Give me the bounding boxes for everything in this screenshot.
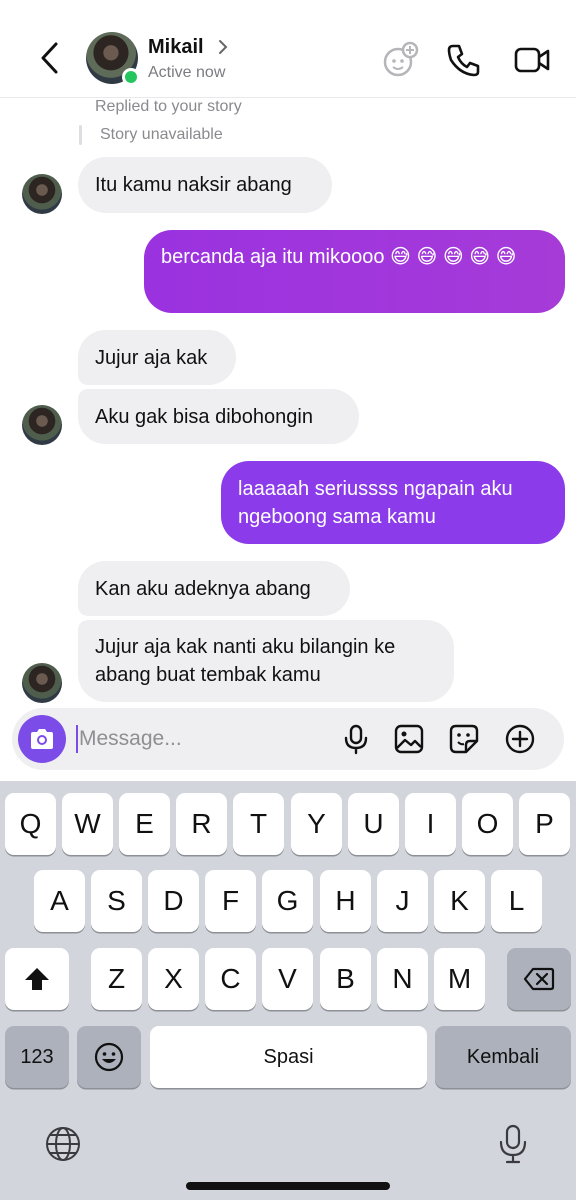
video-call-icon[interactable]: [512, 40, 552, 80]
online-indicator: [122, 68, 140, 86]
message-text: Jujur aja kak: [95, 346, 208, 369]
key-v[interactable]: V: [262, 948, 313, 1010]
sender-avatar[interactable]: [22, 663, 62, 703]
story-reply-line: [79, 125, 82, 145]
key-k[interactable]: K: [434, 870, 485, 932]
emoji-icon: [94, 1042, 124, 1072]
message-bubble-received[interactable]: Aku gak bisa dibohongin: [78, 389, 359, 444]
key-a[interactable]: A: [34, 870, 85, 932]
backspace-key[interactable]: [507, 948, 571, 1010]
key-l[interactable]: L: [491, 870, 542, 932]
message-bubble-received[interactable]: Jujur aja kak: [78, 330, 236, 385]
message-text: Aku gak bisa dibohongin: [95, 405, 313, 428]
keyboard: Q W E R T Y U I O P A S D F G H J K L Z …: [0, 781, 576, 1200]
key-q[interactable]: Q: [5, 793, 56, 855]
key-c[interactable]: C: [205, 948, 256, 1010]
key-j[interactable]: J: [377, 870, 428, 932]
emoji-key[interactable]: [77, 1026, 141, 1088]
return-key[interactable]: Kembali: [435, 1026, 571, 1088]
gallery-icon[interactable]: [393, 723, 425, 755]
globe-icon[interactable]: [44, 1125, 82, 1163]
key-z[interactable]: Z: [91, 948, 142, 1010]
shift-icon: [25, 968, 49, 990]
key-s[interactable]: S: [91, 870, 142, 932]
key-o[interactable]: O: [462, 793, 513, 855]
message-text: Itu kamu naksir abang: [95, 174, 292, 196]
key-w[interactable]: W: [62, 793, 113, 855]
shift-key[interactable]: [5, 948, 69, 1010]
camera-button[interactable]: [18, 715, 66, 763]
key-f[interactable]: F: [205, 870, 256, 932]
sender-avatar[interactable]: [22, 174, 62, 214]
back-chevron-icon[interactable]: [30, 38, 70, 78]
sender-avatar[interactable]: [22, 405, 62, 445]
message-bubble-sent[interactable]: laaaaah seriussss ngapain aku ngeboong s…: [221, 461, 565, 544]
key-p[interactable]: P: [519, 793, 570, 855]
message-bubble-received[interactable]: Kan aku adeknya abang: [78, 561, 350, 616]
message-bubble-received[interactable]: Jujur aja kak nanti aku bilangin ke aban…: [78, 620, 454, 702]
key-b[interactable]: B: [320, 948, 371, 1010]
contact-avatar[interactable]: [86, 32, 140, 86]
key-h[interactable]: H: [320, 870, 371, 932]
contact-name[interactable]: Mikail: [148, 36, 204, 59]
sticker-icon[interactable]: [448, 723, 480, 755]
key-m[interactable]: M: [434, 948, 485, 1010]
camera-icon: [31, 729, 53, 749]
message-input[interactable]: [79, 720, 329, 758]
dictation-mic-icon[interactable]: [496, 1123, 530, 1165]
key-y[interactable]: Y: [291, 793, 342, 855]
message-text: laaaaah seriussss ngapain aku ngeboong s…: [238, 477, 513, 528]
message-text: Kan aku adeknya abang: [95, 577, 311, 600]
key-n[interactable]: N: [377, 948, 428, 1010]
key-u[interactable]: U: [348, 793, 399, 855]
message-bubble-sent[interactable]: bercanda aja itu mikoooo 😅 😅 😅 😅 😅: [144, 230, 565, 313]
message-text: bercanda aja itu mikoooo 😅 😅 😅 😅 😅: [161, 246, 517, 268]
home-indicator[interactable]: [186, 1182, 390, 1190]
message-text: Jujur aja kak nanti aku bilangin ke aban…: [95, 636, 396, 686]
message-bubble-received[interactable]: Itu kamu naksir abang: [78, 157, 332, 213]
key-e[interactable]: E: [119, 793, 170, 855]
chevron-right-icon[interactable]: [216, 38, 230, 56]
numbers-key[interactable]: 123: [5, 1026, 69, 1088]
key-t[interactable]: T: [233, 793, 284, 855]
story-reply-note: Replied to your story: [95, 98, 242, 115]
contact-status: Active now: [148, 64, 226, 81]
key-x[interactable]: X: [148, 948, 199, 1010]
message-composer: [12, 708, 564, 770]
key-r[interactable]: R: [176, 793, 227, 855]
key-i[interactable]: I: [405, 793, 456, 855]
microphone-icon[interactable]: [340, 723, 372, 755]
chat-header: Mikail Active now: [0, 0, 576, 98]
key-g[interactable]: G: [262, 870, 313, 932]
phone-icon[interactable]: [444, 40, 484, 80]
backspace-icon: [523, 967, 555, 991]
space-key[interactable]: Spasi: [150, 1026, 427, 1088]
plus-circle-icon[interactable]: [504, 723, 536, 755]
text-cursor: [76, 725, 78, 753]
key-d[interactable]: D: [148, 870, 199, 932]
story-unavailable-note: Story unavailable: [100, 126, 223, 143]
effects-icon[interactable]: [380, 40, 420, 80]
